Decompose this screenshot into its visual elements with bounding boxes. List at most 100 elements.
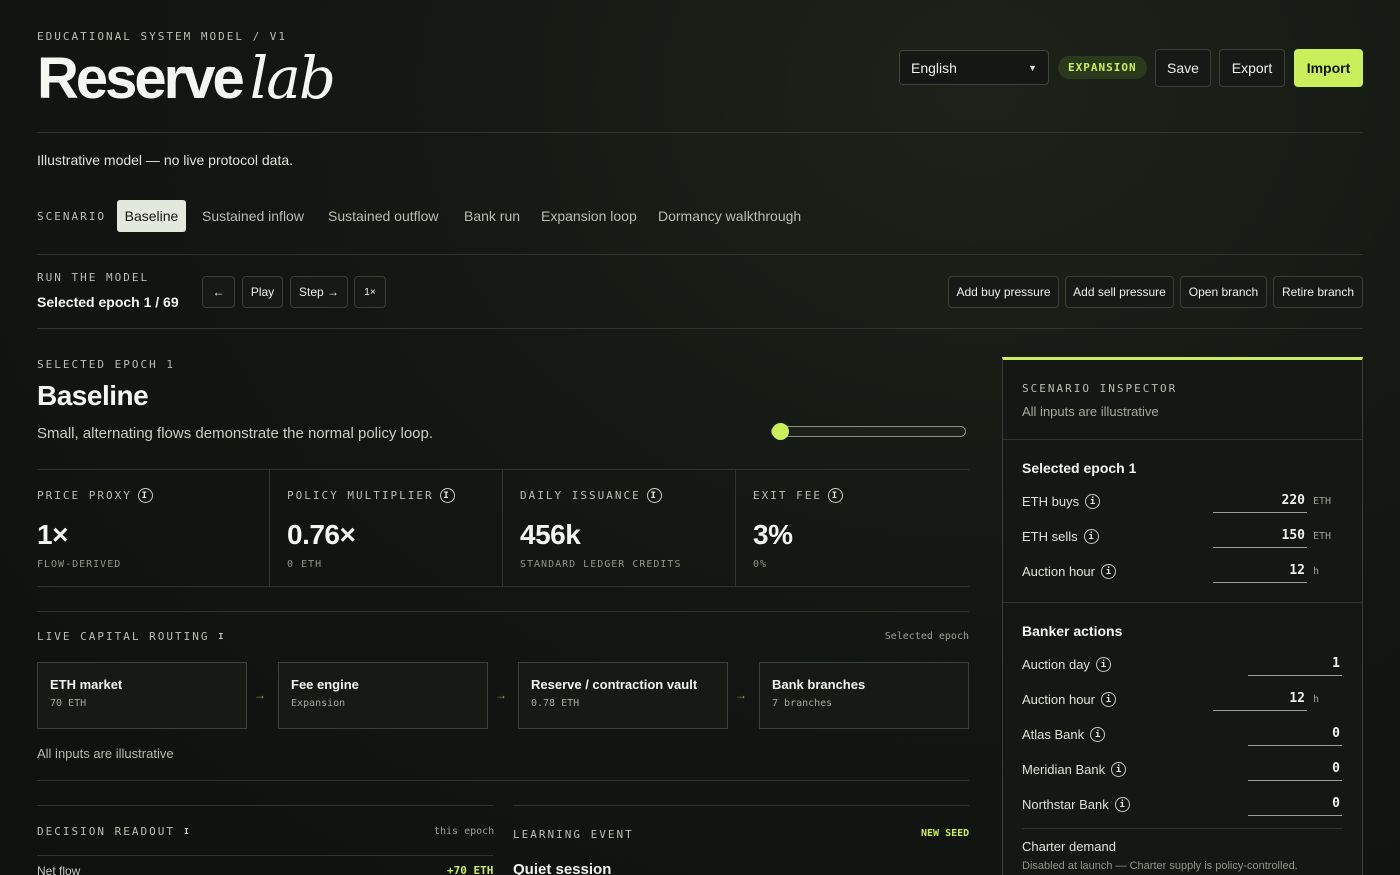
- auction-hour-input[interactable]: 12: [1213, 561, 1307, 583]
- info-icon[interactable]: i: [1085, 494, 1101, 509]
- epoch-slider[interactable]: [771, 423, 966, 440]
- tab-baseline[interactable]: Baseline: [117, 200, 186, 232]
- route-node-fee-engine: Fee engine Expansion: [278, 662, 488, 729]
- language-select[interactable]: English ▼: [899, 50, 1049, 85]
- app-title-italic: lab: [249, 44, 336, 112]
- import-button[interactable]: Import: [1294, 49, 1363, 87]
- retire-branch-button[interactable]: Retire branch: [1273, 276, 1363, 308]
- field-label: Northstar Bank: [1022, 797, 1109, 812]
- routing-right-label: Selected epoch: [884, 631, 969, 642]
- tab-bank-run[interactable]: Bank run: [464, 200, 520, 232]
- divider: [37, 586, 969, 587]
- mode-badge: EXPANSION: [1058, 56, 1147, 79]
- divider: [37, 805, 493, 806]
- info-icon[interactable]: i: [1111, 762, 1127, 777]
- divider: [37, 328, 1363, 329]
- info-icon[interactable]: i: [137, 488, 153, 503]
- save-button[interactable]: Save: [1155, 49, 1211, 87]
- field-label: Auction day: [1022, 657, 1090, 672]
- flow-arrow-icon: →: [495, 688, 507, 702]
- scenario-label: SCENARIO: [37, 210, 106, 223]
- field-label: Atlas Bank: [1022, 727, 1085, 742]
- metric-sub: 0 ETH: [287, 559, 323, 570]
- info-icon[interactable]: i: [215, 630, 228, 643]
- back-button[interactable]: ←: [202, 276, 235, 308]
- info-icon[interactable]: i: [1101, 564, 1116, 579]
- metric-label: DAILY ISSUANCE: [520, 489, 641, 502]
- flow-arrow-icon: →: [254, 688, 266, 702]
- route-node-reserve-vault: Reserve / contraction vault 0.78 ETH: [518, 662, 728, 729]
- info-icon[interactable]: i: [646, 488, 662, 503]
- divider: [1003, 602, 1362, 603]
- step-button[interactable]: Step →: [290, 276, 348, 308]
- field-unit: ETH: [1313, 496, 1332, 507]
- speed-button[interactable]: 1×: [354, 276, 386, 308]
- tab-dormancy-walkthrough[interactable]: Dormancy walkthrough: [658, 200, 801, 232]
- learning-badge: NEW SEED: [921, 828, 970, 839]
- auction-day-input[interactable]: 1: [1248, 654, 1342, 676]
- route-node-bank-branches: Bank branches 7 branches: [759, 662, 969, 729]
- northstar-bank-label: Northstar Bank i: [1022, 797, 1130, 812]
- tab-sustained-inflow[interactable]: Sustained inflow: [202, 200, 304, 232]
- divider: [1022, 828, 1342, 829]
- info-icon[interactable]: i: [1095, 657, 1111, 672]
- inspector-subtitle: All inputs are illustrative: [1022, 404, 1159, 419]
- route-node-sub: Expansion: [291, 698, 346, 709]
- metric-policy-multiplier: POLICY MULTIPLIER i 0.76× 0 ETH: [287, 488, 455, 570]
- field-label: Auction hour: [1022, 692, 1095, 707]
- divider: [735, 469, 736, 586]
- decision-right-label: this epoch: [434, 826, 495, 837]
- metric-label: POLICY MULTIPLIER: [287, 489, 434, 502]
- divider: [269, 469, 270, 586]
- field-unit: h: [1313, 694, 1320, 705]
- northstar-bank-input[interactable]: 0: [1248, 794, 1342, 816]
- meridian-bank-label: Meridian Bank i: [1022, 762, 1127, 777]
- open-branch-button[interactable]: Open branch: [1180, 276, 1267, 308]
- route-node-title: Reserve / contraction vault: [531, 677, 698, 692]
- info-icon[interactable]: i: [439, 488, 455, 503]
- add-buy-pressure-button[interactable]: Add buy pressure: [948, 276, 1059, 308]
- divider: [37, 780, 969, 781]
- net-flow-value: +70 ETH: [447, 864, 494, 875]
- export-button[interactable]: Export: [1219, 49, 1285, 87]
- tab-expansion-loop[interactable]: Expansion loop: [541, 200, 637, 232]
- eth-buys-input[interactable]: 220: [1213, 491, 1307, 513]
- info-icon[interactable]: i: [1101, 692, 1116, 707]
- info-icon[interactable]: i: [1090, 727, 1106, 742]
- info-icon[interactable]: i: [1114, 797, 1130, 812]
- route-node-title: ETH market: [50, 677, 123, 692]
- route-node-eth-market: ETH market 70 ETH: [37, 662, 247, 729]
- divider: [502, 469, 503, 586]
- tab-sustained-outflow[interactable]: Sustained outflow: [328, 200, 439, 232]
- add-sell-pressure-button[interactable]: Add sell pressure: [1065, 276, 1174, 308]
- metric-value: 3%: [753, 519, 793, 550]
- metric-value: 456k: [520, 519, 581, 550]
- decision-label: DECISION READOUT: [37, 825, 175, 838]
- routing-footnote: All inputs are illustrative: [37, 746, 174, 761]
- epoch-eyebrow: SELECTED EPOCH 1: [37, 358, 175, 371]
- net-flow-label: Net flow: [37, 864, 81, 875]
- language-value: English: [911, 59, 957, 76]
- banker-auction-hour-input[interactable]: 12: [1213, 689, 1307, 711]
- disclaimer-text: Illustrative model — no live protocol da…: [37, 152, 294, 168]
- info-icon[interactable]: i: [827, 488, 843, 503]
- auction-hour-label: Auction hour i: [1022, 564, 1116, 579]
- info-icon[interactable]: i: [181, 825, 194, 838]
- atlas-bank-label: Atlas Bank i: [1022, 727, 1106, 742]
- charter-demand-title: Charter demand: [1022, 839, 1116, 854]
- run-label: RUN THE MODEL: [37, 271, 150, 284]
- meridian-bank-input[interactable]: 0: [1248, 759, 1342, 781]
- selected-epoch-text: Selected epoch 1 / 69: [37, 294, 179, 310]
- metric-price-proxy: PRICE PROXY i 1× FLOW-DERIVED: [37, 488, 153, 570]
- app-title: Reserve lab: [37, 44, 336, 112]
- banker-auction-hour-label: Auction hour i: [1022, 692, 1116, 707]
- metric-value: 1×: [37, 519, 68, 550]
- atlas-bank-input[interactable]: 0: [1248, 724, 1342, 746]
- play-button[interactable]: Play: [242, 276, 283, 308]
- inspector-section-title: Banker actions: [1022, 623, 1123, 639]
- divider: [37, 855, 493, 856]
- slider-thumb[interactable]: [772, 423, 789, 440]
- eth-sells-label: ETH sells i: [1022, 529, 1099, 544]
- eth-sells-input[interactable]: 150: [1213, 526, 1307, 548]
- info-icon[interactable]: i: [1083, 529, 1099, 544]
